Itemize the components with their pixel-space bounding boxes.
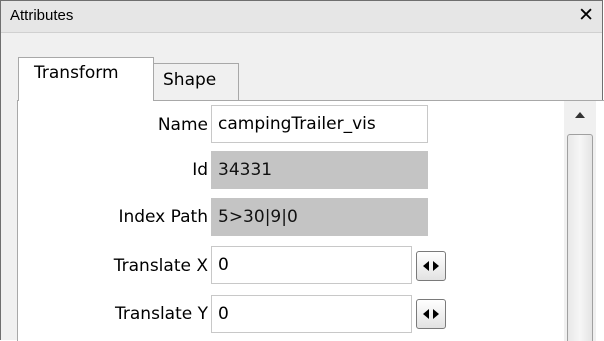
translate-x-stepper[interactable]: [416, 251, 446, 281]
left-right-arrows-icon: [423, 309, 439, 319]
tab-shape-label: Shape: [163, 70, 217, 90]
tab-shape[interactable]: Shape: [154, 63, 239, 101]
tab-transform[interactable]: Transform: [18, 57, 154, 101]
name-label: Name: [157, 115, 208, 135]
translate-y-field[interactable]: 0: [211, 295, 412, 333]
scrollbar-thumb[interactable]: [567, 134, 593, 341]
close-icon[interactable]: ✕: [578, 5, 594, 25]
panel-titlebar: Attributes ✕: [1, 1, 602, 33]
translate-y-label: Translate Y: [115, 304, 208, 324]
index-path-field: 5>30|9|0: [211, 198, 428, 236]
left-right-arrows-icon: [423, 261, 439, 271]
id-label: Id: [192, 160, 208, 180]
vertical-scrollbar[interactable]: [564, 101, 596, 341]
scroll-up-button[interactable]: [564, 101, 596, 131]
translate-x-field[interactable]: 0: [211, 246, 412, 284]
attributes-panel: Attributes ✕ Transform Shape Name campin…: [0, 0, 604, 341]
translate-x-label: Translate X: [113, 256, 208, 276]
translate-y-stepper[interactable]: [416, 299, 446, 329]
id-field: 34331: [211, 151, 428, 189]
index-path-label: Index Path: [118, 207, 208, 227]
panel-title: Attributes: [10, 7, 74, 24]
tab-transform-label: Transform: [34, 63, 119, 83]
name-field[interactable]: campingTrailer_vis: [211, 105, 428, 143]
scroll-up-arrow-icon: [575, 112, 585, 118]
